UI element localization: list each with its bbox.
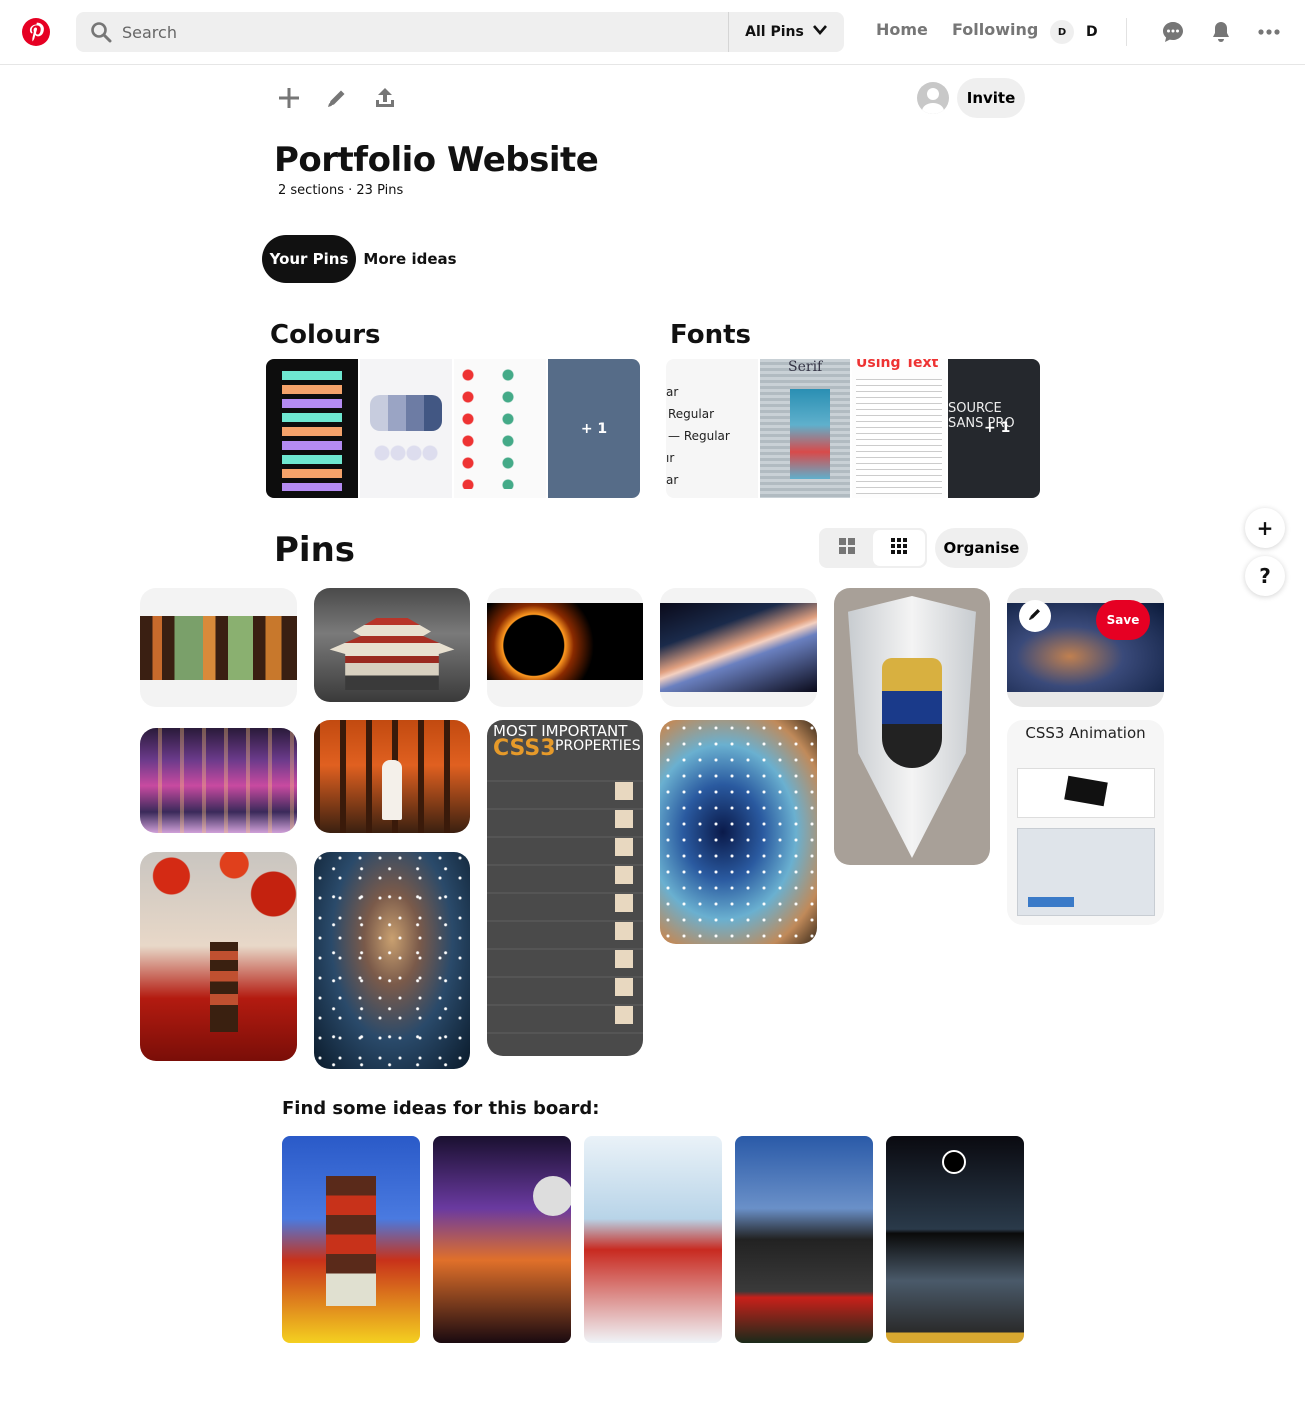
- save-pin-button[interactable]: Save: [1096, 600, 1150, 640]
- board-meta: 2 sections · 23 Pins: [278, 183, 404, 198]
- preview-text: SOURCE: [948, 401, 1002, 416]
- pin-card[interactable]: [834, 588, 990, 865]
- idea-pin[interactable]: [886, 1136, 1024, 1343]
- section-preview-image: Using Text: [852, 359, 946, 498]
- avatar: D: [1050, 20, 1074, 44]
- search-input[interactable]: [122, 12, 722, 52]
- pin-card[interactable]: CSS3 Animation: [1007, 720, 1164, 925]
- pin-card-title: CSS3 Animation: [1025, 724, 1146, 742]
- pagoda-shape: [326, 1176, 376, 1306]
- pin-image: [140, 728, 297, 833]
- infographic-swatches: [615, 782, 633, 1032]
- grid-compact-icon: [890, 537, 908, 559]
- infographic-title: CSS3: [493, 736, 556, 761]
- help-floating-button[interactable]: ?: [1245, 556, 1285, 596]
- messages-icon[interactable]: [1161, 20, 1185, 48]
- section-preview-image: ar Regular — Regular ır ar: [666, 359, 758, 498]
- section-preview-image: SOURCE SANS PRO + 1: [948, 359, 1040, 498]
- pin-card[interactable]: [314, 852, 470, 1069]
- share-upload-icon[interactable]: [373, 86, 397, 110]
- pin-card[interactable]: [140, 588, 297, 707]
- view-toggle: [819, 528, 927, 568]
- infographic-subtitle: PROPERTIES: [555, 738, 641, 754]
- pin-card[interactable]: [314, 720, 470, 833]
- notifications-bell-icon[interactable]: [1209, 20, 1233, 48]
- pin-card[interactable]: [660, 588, 817, 707]
- profile-link[interactable]: D D: [1050, 20, 1098, 44]
- top-navigation-bar: All Pins Home Following D D: [0, 0, 1305, 65]
- profile-name: D: [1086, 24, 1098, 40]
- section-preview-image: [454, 359, 546, 498]
- pin-card[interactable]: [140, 852, 297, 1061]
- pin-card[interactable]: [487, 588, 643, 707]
- pin-card-hovered[interactable]: Save: [1007, 588, 1164, 707]
- idea-pin[interactable]: [584, 1136, 722, 1343]
- chevron-down-icon: [812, 24, 828, 40]
- pins-title: Pins: [274, 530, 356, 570]
- section-card-fonts[interactable]: ar Regular — Regular ır ar Serif Using T…: [666, 359, 1040, 498]
- pagoda-shape: [210, 942, 238, 1032]
- section-card-colours[interactable]: + 1: [266, 359, 640, 498]
- search-icon: [90, 21, 112, 47]
- organise-button[interactable]: Organise: [935, 528, 1028, 568]
- moon-shape: [533, 1176, 571, 1216]
- preview-text: ar: [666, 473, 679, 487]
- pin-image: [140, 616, 297, 680]
- nav-divider: [1126, 18, 1127, 46]
- idea-pin[interactable]: [282, 1136, 420, 1343]
- section-preview-image: [266, 359, 358, 498]
- pin-card[interactable]: [140, 728, 297, 833]
- pin-image: [487, 603, 643, 680]
- pin-card[interactable]: [314, 588, 470, 702]
- add-floating-button[interactable]: +: [1245, 508, 1285, 548]
- eclipse-shape: [942, 1150, 966, 1174]
- pin-image: [314, 852, 470, 1069]
- figure-shape: [382, 760, 402, 820]
- ideas-title: Find some ideas for this board:: [282, 1098, 600, 1119]
- board-title: Portfolio Website: [274, 140, 599, 180]
- edit-pencil-icon[interactable]: [325, 86, 349, 110]
- pinterest-logo-icon[interactable]: [22, 18, 50, 46]
- collaborator-avatar[interactable]: [917, 82, 949, 114]
- section-preview-image: [360, 359, 452, 498]
- nav-home-link[interactable]: Home: [876, 20, 928, 39]
- grid-large-icon: [838, 537, 856, 559]
- section-title-fonts: Fonts: [670, 320, 751, 350]
- shield-crest-icon: [882, 658, 942, 768]
- grid-large-view-button[interactable]: [821, 530, 873, 566]
- add-icon[interactable]: [277, 86, 301, 110]
- section-title-colours: Colours: [270, 320, 381, 350]
- pin-image: [1017, 828, 1155, 916]
- search-scope-label: All Pins: [745, 24, 804, 40]
- nav-following-link[interactable]: Following: [952, 20, 1038, 39]
- pin-image: [660, 720, 817, 944]
- preview-text: Using Text: [856, 359, 939, 371]
- tab-your-pins[interactable]: Your Pins: [262, 235, 356, 283]
- preview-text: Serif: [788, 359, 823, 375]
- section-more-count: + 1: [548, 359, 640, 498]
- section-preview-image: Serif: [760, 359, 850, 498]
- edit-pencil-icon: [1027, 606, 1043, 626]
- section-more-count: + 1: [984, 420, 1011, 436]
- preview-text: ır: [666, 451, 675, 465]
- invite-button[interactable]: Invite: [957, 78, 1025, 118]
- search-scope-dropdown[interactable]: All Pins: [729, 12, 844, 52]
- pin-image: [329, 609, 455, 690]
- grid-compact-view-button[interactable]: [873, 530, 925, 566]
- idea-pin[interactable]: [735, 1136, 873, 1343]
- idea-pin[interactable]: [433, 1136, 571, 1343]
- pin-image: [660, 603, 817, 692]
- edit-pin-button[interactable]: [1019, 600, 1051, 632]
- pin-card[interactable]: [660, 720, 817, 944]
- preview-text: — Regular: [668, 429, 730, 443]
- pin-card[interactable]: MOST IMPORTANT CSS3 PROPERTIES: [487, 720, 643, 1056]
- search-bar: All Pins: [76, 12, 844, 52]
- more-options-icon[interactable]: [1257, 20, 1281, 48]
- pin-image: [1017, 768, 1155, 818]
- preview-text: Regular: [668, 407, 715, 421]
- tab-more-ideas[interactable]: More ideas: [360, 235, 460, 283]
- preview-text: ar: [666, 385, 679, 399]
